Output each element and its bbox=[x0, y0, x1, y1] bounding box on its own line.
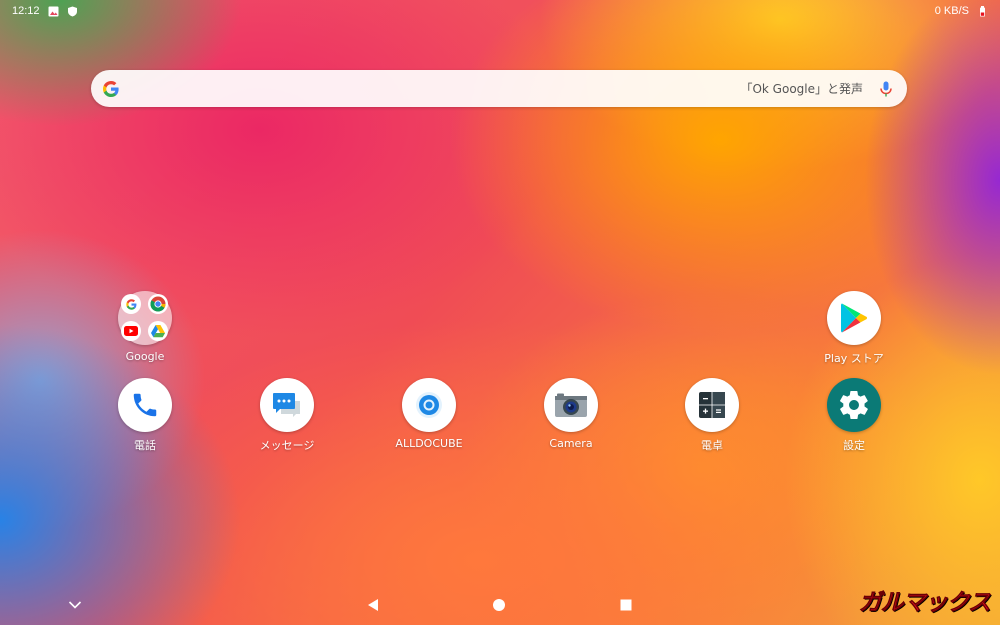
google-folder-icon bbox=[118, 291, 172, 345]
app-camera[interactable]: Camera bbox=[521, 378, 621, 450]
google-search-bar[interactable]: 「Ok Google」と発声 bbox=[91, 70, 907, 107]
shield-icon bbox=[67, 6, 78, 17]
chrome-icon bbox=[148, 294, 168, 314]
app-calculator[interactable]: 電卓 bbox=[662, 378, 762, 453]
battery-icon bbox=[977, 5, 988, 17]
network-speed: 0 KB/S bbox=[934, 5, 969, 17]
app-label: Play ストア bbox=[824, 352, 884, 365]
play-store-icon bbox=[827, 291, 881, 345]
app-label: 設定 bbox=[843, 439, 865, 452]
alldocube-icon bbox=[402, 378, 456, 432]
status-left: 12:12 bbox=[12, 5, 78, 17]
status-bar: 12:12 0 KB/S bbox=[0, 0, 1000, 22]
messages-icon bbox=[260, 378, 314, 432]
chevron-down-icon[interactable] bbox=[67, 597, 83, 613]
back-icon[interactable] bbox=[365, 597, 381, 613]
app-alldocube[interactable]: ALLDOCUBE bbox=[379, 378, 479, 450]
app-play-store[interactable]: Play ストア bbox=[804, 291, 904, 366]
settings-icon bbox=[827, 378, 881, 432]
calculator-icon bbox=[685, 378, 739, 432]
watermark-logo: ガルマックス bbox=[858, 590, 991, 617]
camera-icon bbox=[544, 378, 598, 432]
image-icon bbox=[48, 6, 59, 17]
app-label: Camera bbox=[549, 437, 593, 450]
app-label: メッセージ bbox=[259, 439, 315, 452]
microphone-icon[interactable] bbox=[877, 80, 895, 98]
app-settings[interactable]: 設定 bbox=[804, 378, 904, 453]
drive-icon bbox=[148, 321, 168, 341]
navigation-bar bbox=[0, 585, 1000, 625]
home-icon[interactable] bbox=[491, 597, 507, 613]
google-g-icon bbox=[101, 79, 121, 99]
app-label: Google bbox=[125, 350, 165, 363]
status-time: 12:12 bbox=[12, 5, 40, 17]
app-label: 電卓 bbox=[701, 439, 723, 452]
google-app-icon bbox=[121, 294, 141, 314]
app-label: ALLDOCUBE bbox=[395, 437, 463, 450]
status-right: 0 KB/S bbox=[935, 5, 988, 17]
youtube-icon bbox=[121, 321, 141, 341]
app-phone[interactable]: 電話 bbox=[95, 378, 195, 453]
app-messages[interactable]: メッセージ bbox=[237, 378, 337, 453]
app-label: 電話 bbox=[134, 439, 156, 452]
app-google-folder[interactable]: Google bbox=[95, 291, 195, 363]
recents-icon[interactable] bbox=[618, 597, 634, 613]
search-hint: 「Ok Google」と発声 bbox=[740, 82, 863, 96]
phone-icon bbox=[118, 378, 172, 432]
